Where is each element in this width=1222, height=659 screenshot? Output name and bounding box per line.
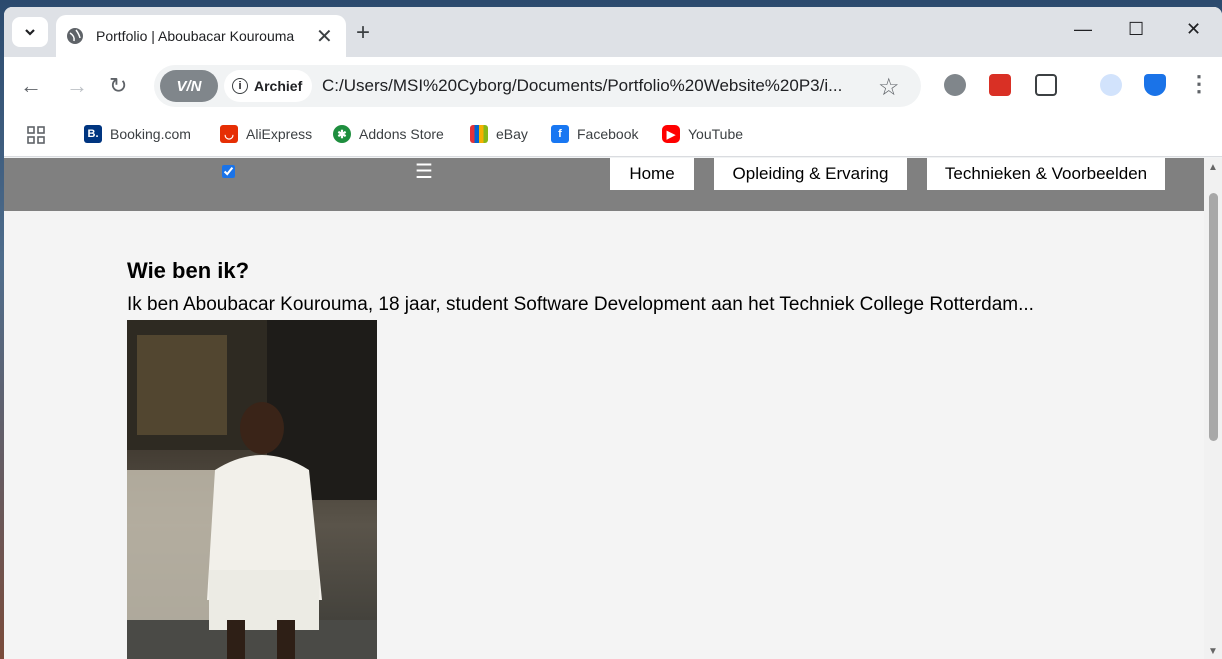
scroll-thumb[interactable] — [1209, 193, 1218, 441]
menu-kebab-icon[interactable]: ⋮ — [1188, 71, 1210, 97]
maximize-button[interactable]: ☐ — [1128, 19, 1144, 40]
bookmark-label: AliExpress — [246, 126, 313, 142]
aliexpress-icon: ◡ — [220, 125, 238, 143]
site-navbar: ☰ Home Opleiding & Ervaring Technieken &… — [4, 158, 1204, 211]
bookmark-aliexpress[interactable]: ◡ AliExpress — [220, 125, 312, 143]
tab-search-button[interactable] — [12, 17, 48, 47]
bookmark-booking[interactable]: B. Booking.com — [84, 125, 191, 143]
tab-title: Portfolio | Aboubacar Kourouma — [96, 28, 295, 44]
page-scrollbar[interactable]: ▲ ▼ — [1204, 158, 1222, 659]
bookmark-youtube[interactable]: ▶ YouTube — [662, 125, 743, 143]
ebay-icon — [470, 125, 488, 143]
bookmark-label: Addons Store — [359, 126, 444, 142]
close-tab-icon[interactable]: ✕ — [316, 24, 333, 49]
apps-grid-icon[interactable] — [26, 125, 46, 145]
bookmarks-bar: B. Booking.com ◡ AliExpress ✱ Addons Sto… — [4, 115, 1222, 157]
bookmark-label: eBay — [496, 126, 528, 142]
bookmark-label: Booking.com — [110, 126, 191, 142]
shield-extension-icon[interactable] — [944, 74, 966, 96]
tab-active[interactable]: Portfolio | Aboubacar Kourouma ✕ — [56, 15, 346, 57]
scroll-down-icon[interactable]: ▼ — [1208, 646, 1218, 657]
chevron-down-icon — [25, 29, 35, 36]
nav-technieken-voorbeelden[interactable]: Technieken & Voorbeelden — [927, 158, 1165, 190]
about-heading: Wie ben ik? — [127, 258, 250, 283]
about-section: Wie ben ik? Ik ben Aboubacar Kourouma, 1… — [127, 258, 1034, 316]
lock-extension-icon[interactable] — [989, 74, 1011, 96]
tab-strip: Portfolio | Aboubacar Kourouma ✕ + — ☐ ✕ — [4, 7, 1222, 57]
bookmark-star-icon[interactable]: ☆ — [878, 73, 900, 102]
youtube-icon: ▶ — [662, 125, 680, 143]
reload-button[interactable]: ↻ — [109, 73, 127, 99]
hamburger-menu-icon[interactable]: ☰ — [415, 159, 433, 184]
bookmark-facebook[interactable]: f Facebook — [551, 125, 638, 143]
minimize-button[interactable]: — — [1074, 19, 1092, 40]
url-text[interactable]: C:/Users/MSI%20Cyborg/Documents/Portfoli… — [322, 76, 862, 96]
profile-photo — [127, 320, 377, 659]
nav-opleiding-ervaring[interactable]: Opleiding & Ervaring — [714, 158, 907, 190]
menu-toggle-checkbox[interactable] — [222, 165, 235, 178]
info-icon: i — [232, 78, 248, 94]
forward-button[interactable]: → — [66, 73, 88, 99]
close-window-button[interactable]: ✕ — [1186, 19, 1201, 40]
about-intro: Ik ben Aboubacar Kourouma, 18 jaar, stud… — [127, 294, 1034, 315]
booking-icon: B. — [84, 125, 102, 143]
facebook-icon: f — [551, 125, 569, 143]
page-viewport: ☰ Home Opleiding & Ervaring Technieken &… — [4, 158, 1204, 659]
security-shield-icon[interactable] — [1144, 74, 1166, 96]
bookmark-label: YouTube — [688, 126, 744, 142]
scroll-up-icon[interactable]: ▲ — [1208, 162, 1218, 173]
back-button[interactable]: ← — [20, 73, 42, 99]
extensions-puzzle-icon[interactable] — [1035, 74, 1057, 96]
vpn-badge[interactable]: V/N — [160, 70, 218, 102]
address-bar[interactable]: V/N i Archief C:/Users/MSI%20Cyborg/Docu… — [154, 65, 921, 107]
addons-icon: ✱ — [333, 125, 351, 143]
archief-label: Archief — [254, 78, 303, 94]
browser-window: Portfolio | Aboubacar Kourouma ✕ + — ☐ ✕… — [4, 7, 1222, 659]
nav-home[interactable]: Home — [610, 158, 694, 190]
profile-icon[interactable] — [1100, 74, 1122, 96]
bookmark-ebay[interactable]: eBay — [470, 125, 528, 143]
toolbar: ← → ↻ V/N i Archief C:/Users/MSI%20Cybor… — [4, 57, 1222, 115]
new-tab-button[interactable]: + — [356, 19, 370, 47]
globe-icon — [67, 28, 83, 44]
site-info-chip[interactable]: i Archief — [224, 70, 313, 102]
bookmark-addons-store[interactable]: ✱ Addons Store — [333, 125, 444, 143]
bookmark-label: Facebook — [577, 126, 639, 142]
